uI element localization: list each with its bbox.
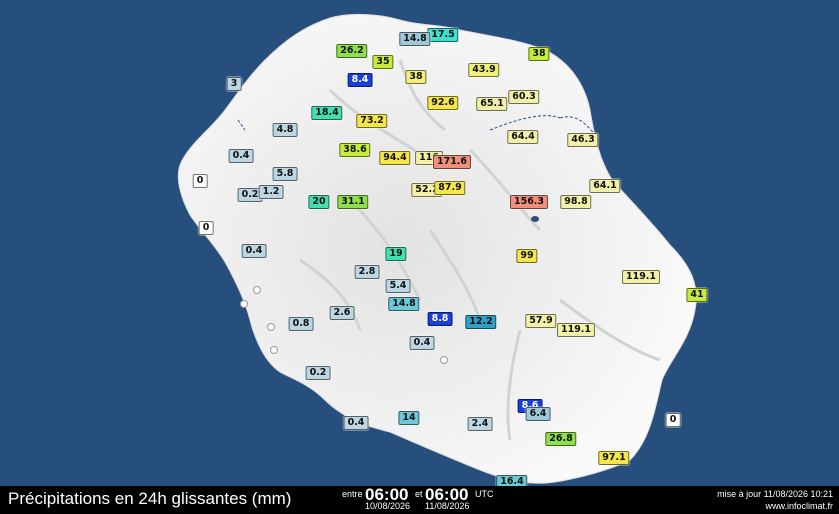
station-value[interactable]: 98.8 xyxy=(560,195,592,209)
between-label: entre xyxy=(342,489,363,499)
station-value[interactable]: 65.1 xyxy=(476,97,508,111)
station-value[interactable]: 60.3 xyxy=(508,90,540,104)
station-value[interactable]: 2.6 xyxy=(329,306,355,320)
station-value[interactable]: 26.8 xyxy=(545,432,577,446)
station-value[interactable]: 3 xyxy=(226,77,242,91)
station-value[interactable]: 0.4 xyxy=(343,416,369,430)
station-marker xyxy=(253,286,261,294)
update-time: mise à jour 11/08/2026 10:21 xyxy=(717,489,833,499)
station-value[interactable]: 31.1 xyxy=(337,195,369,209)
station-value[interactable]: 119.1 xyxy=(621,270,661,284)
station-value[interactable]: 0 xyxy=(192,174,208,188)
station-value[interactable]: 38.6 xyxy=(339,143,371,157)
station-value[interactable]: 0.2 xyxy=(305,366,331,380)
station-value[interactable]: 35 xyxy=(372,55,394,69)
station-value[interactable]: 14.8 xyxy=(388,297,420,311)
station-value[interactable]: 57.9 xyxy=(525,314,557,328)
and-label: et xyxy=(415,489,423,499)
station-value[interactable]: 0.4 xyxy=(228,149,254,163)
start-date: 10/08/2026 xyxy=(365,501,411,511)
station-value[interactable]: 2.4 xyxy=(467,417,493,431)
station-value[interactable]: 1.2 xyxy=(258,185,284,199)
station-marker xyxy=(440,356,448,364)
end-date: 11/08/2026 xyxy=(425,501,470,511)
station-value[interactable]: 92.6 xyxy=(427,96,459,110)
station-value[interactable]: 0.4 xyxy=(241,244,267,258)
station-value[interactable]: 14 xyxy=(398,411,420,425)
station-value[interactable]: 0.8 xyxy=(288,317,314,331)
station-marker xyxy=(267,323,275,331)
station-value[interactable]: 64.4 xyxy=(507,130,539,144)
station-value[interactable]: 0 xyxy=(665,413,681,427)
station-value[interactable]: 14.8 xyxy=(399,32,431,46)
station-value[interactable]: 156.3 xyxy=(509,195,549,209)
station-value[interactable]: 12.2 xyxy=(465,315,497,329)
station-value[interactable]: 99 xyxy=(516,249,538,263)
station-value[interactable]: 119.1 xyxy=(556,323,596,337)
station-value[interactable]: 20 xyxy=(308,195,330,209)
station-value[interactable]: 5.4 xyxy=(385,279,411,293)
footer-bar: Précipitations en 24h glissantes (mm) en… xyxy=(0,485,839,514)
station-value[interactable]: 38 xyxy=(528,47,550,61)
station-value[interactable]: 73.2 xyxy=(356,114,388,128)
station-marker xyxy=(270,346,278,354)
station-value[interactable]: 0.4 xyxy=(409,336,435,350)
station-value[interactable]: 64.1 xyxy=(589,179,621,193)
station-value[interactable]: 46.3 xyxy=(567,133,599,147)
station-value[interactable]: 2.8 xyxy=(354,265,380,279)
map-title: Précipitations en 24h glissantes (mm) xyxy=(8,489,292,508)
station-value[interactable]: 18.4 xyxy=(311,106,343,120)
station-value[interactable]: 4.8 xyxy=(272,123,298,137)
station-value[interactable]: 8.8 xyxy=(427,312,453,326)
station-value[interactable]: 0 xyxy=(198,221,214,235)
station-value[interactable]: 19 xyxy=(385,247,407,261)
station-value[interactable]: 17.5 xyxy=(427,28,459,42)
station-value[interactable]: 94.4 xyxy=(379,151,411,165)
station-value[interactable]: 26.2 xyxy=(336,44,368,58)
station-value[interactable]: 38 xyxy=(405,70,427,84)
station-value[interactable]: 87.9 xyxy=(434,181,466,195)
station-value[interactable]: 97.1 xyxy=(598,451,630,465)
lake xyxy=(531,216,539,222)
station-value[interactable]: 171.6 xyxy=(432,155,472,169)
site-link[interactable]: www.infoclimat.fr xyxy=(765,501,833,511)
station-value[interactable]: 43.9 xyxy=(468,63,500,77)
station-value[interactable]: 8.4 xyxy=(347,73,373,87)
station-value[interactable]: 5.8 xyxy=(272,167,298,181)
station-value[interactable]: 41 xyxy=(686,288,708,302)
station-value[interactable]: 6.4 xyxy=(525,407,551,421)
station-marker xyxy=(240,300,248,308)
utc-label: UTC xyxy=(475,489,494,499)
